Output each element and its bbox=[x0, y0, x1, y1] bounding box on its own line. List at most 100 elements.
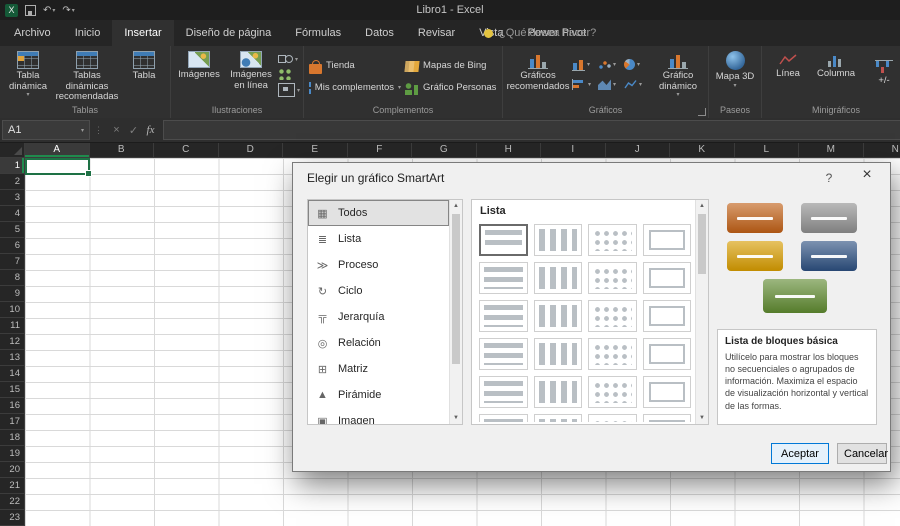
tab-archivo[interactable]: Archivo bbox=[2, 20, 63, 46]
insert-area-chart-button[interactable]: ▾ bbox=[598, 75, 623, 94]
smartart-thumbnail-7[interactable] bbox=[588, 262, 637, 294]
smartart-thumbnail-5[interactable] bbox=[479, 262, 528, 294]
excel-logo-icon[interactable]: X bbox=[5, 3, 18, 17]
formula-input[interactable] bbox=[163, 120, 900, 140]
column-header-g[interactable]: G bbox=[412, 142, 477, 157]
smartart-thumbnail-12[interactable] bbox=[642, 300, 691, 332]
category-matriz[interactable]: ⊞ Matriz bbox=[308, 356, 449, 382]
smartart-thumbnail-22[interactable] bbox=[533, 414, 582, 422]
row-header-4[interactable]: 4 bbox=[0, 206, 24, 222]
category-lista[interactable]: ≣ Lista bbox=[308, 226, 449, 252]
column-header-h[interactable]: H bbox=[477, 142, 541, 157]
column-header-c[interactable]: C bbox=[154, 142, 219, 157]
aceptar-button[interactable]: Aceptar bbox=[771, 443, 829, 464]
dialog-help-button[interactable]: ? bbox=[822, 171, 836, 185]
column-header-f[interactable]: F bbox=[348, 142, 412, 157]
smartart-thumbnail-20[interactable] bbox=[642, 376, 691, 408]
people-graph-button[interactable]: Gráfico Personas bbox=[403, 79, 499, 98]
bing-maps-button[interactable]: Mapas de Bing bbox=[403, 57, 499, 76]
screenshot-button[interactable]: ▾ bbox=[278, 83, 300, 97]
scroll-up-icon[interactable]: ▲ bbox=[696, 200, 708, 212]
pictures-button[interactable]: Imágenes bbox=[174, 49, 224, 82]
table-button[interactable]: Tabla bbox=[121, 49, 167, 83]
column-header-a[interactable]: A bbox=[25, 142, 90, 157]
row-header-15[interactable]: 15 bbox=[0, 382, 24, 398]
column-header-n[interactable]: N bbox=[864, 142, 900, 157]
tab-inicio[interactable]: Inicio bbox=[63, 20, 113, 46]
sparkline-line-button[interactable]: Línea bbox=[765, 49, 811, 81]
shapes-button[interactable]: ▾ bbox=[278, 53, 300, 65]
smartart-thumbnail-15[interactable] bbox=[588, 338, 637, 370]
smartart-thumbnail-8[interactable] bbox=[642, 262, 691, 294]
category-todos[interactable]: ▦ Todos bbox=[308, 200, 449, 226]
smartart-thumbnail-3[interactable] bbox=[588, 224, 637, 256]
category-proceso[interactable]: ≫ Proceso bbox=[308, 252, 449, 278]
row-header-19[interactable]: 19 bbox=[0, 446, 24, 462]
charts-dialog-launcher-icon[interactable] bbox=[698, 108, 707, 116]
undo-button[interactable]: ↶ ▾ bbox=[43, 5, 55, 16]
insert-scatter-chart-button[interactable]: ▾ bbox=[598, 55, 623, 74]
smartart-button[interactable] bbox=[278, 68, 300, 80]
dialog-close-button[interactable]: × bbox=[858, 166, 876, 184]
tab-insertar[interactable]: Insertar bbox=[112, 20, 174, 46]
pivot-table-button[interactable]: Tabla dinámica ▾ bbox=[3, 49, 53, 100]
row-header-7[interactable]: 7 bbox=[0, 254, 24, 270]
row-header-17[interactable]: 17 bbox=[0, 414, 24, 430]
insert-column-chart-button[interactable]: ▾ bbox=[572, 55, 597, 74]
row-header-11[interactable]: 11 bbox=[0, 318, 24, 334]
smartart-thumbnail-18[interactable] bbox=[533, 376, 582, 408]
insert-function-icon[interactable]: fx bbox=[142, 124, 159, 136]
category-relacion[interactable]: ◎ Relación bbox=[308, 330, 449, 356]
category-ciclo[interactable]: ↻ Ciclo bbox=[308, 278, 449, 304]
cancelar-button[interactable]: Cancelar bbox=[837, 443, 888, 464]
insert-line-chart-button[interactable]: ▾ bbox=[624, 75, 649, 94]
row-header-20[interactable]: 20 bbox=[0, 462, 24, 478]
column-header-l[interactable]: L bbox=[735, 142, 799, 157]
smartart-thumbnail-21[interactable] bbox=[479, 414, 528, 422]
smartart-thumbnail-24[interactable] bbox=[642, 414, 691, 422]
smartart-thumbnail-11[interactable] bbox=[588, 300, 637, 332]
category-imagen[interactable]: ▣ Imagen bbox=[308, 408, 449, 424]
store-button[interactable]: Tienda bbox=[307, 57, 403, 76]
enter-entry-icon[interactable]: ✓ bbox=[125, 124, 142, 137]
smartart-thumbnail-1[interactable] bbox=[479, 224, 528, 256]
row-header-21[interactable]: 21 bbox=[0, 478, 24, 494]
smartart-thumbnail-16[interactable] bbox=[642, 338, 691, 370]
category-piramide[interactable]: ▲ Pirámide bbox=[308, 382, 449, 408]
category-scrollbar[interactable]: ▲ ▼ bbox=[449, 200, 462, 424]
smartart-thumbnail-17[interactable] bbox=[479, 376, 528, 408]
smartart-thumbnail-2[interactable] bbox=[533, 224, 582, 256]
name-box[interactable]: A1 ▾ bbox=[2, 120, 90, 140]
smartart-thumbnail-10[interactable] bbox=[533, 300, 582, 332]
scrollbar-thumb[interactable] bbox=[698, 214, 706, 274]
row-header-1[interactable]: 1 bbox=[0, 158, 24, 174]
tab-formulas[interactable]: Fórmulas bbox=[283, 20, 353, 46]
scroll-up-icon[interactable]: ▲ bbox=[450, 200, 462, 212]
row-header-13[interactable]: 13 bbox=[0, 350, 24, 366]
row-header-3[interactable]: 3 bbox=[0, 190, 24, 206]
sparkline-column-button[interactable]: Columna bbox=[811, 49, 861, 81]
insert-pie-chart-button[interactable]: ▾ bbox=[624, 55, 649, 74]
row-header-18[interactable]: 18 bbox=[0, 430, 24, 446]
sparkline-winloss-button[interactable]: +/- bbox=[861, 49, 900, 88]
smartart-thumbnail-6[interactable] bbox=[533, 262, 582, 294]
column-header-k[interactable]: K bbox=[670, 142, 735, 157]
my-addins-button[interactable]: Mis complementos ▾ bbox=[307, 79, 403, 98]
column-header-e[interactable]: E bbox=[283, 142, 348, 157]
row-header-22[interactable]: 22 bbox=[0, 494, 24, 510]
recommended-charts-button[interactable]: Gráficos recomendados bbox=[506, 49, 570, 93]
pivotchart-button[interactable]: Gráfico dinámico ▾ bbox=[651, 49, 705, 100]
scroll-down-icon[interactable]: ▼ bbox=[696, 412, 708, 424]
smartart-thumbnail-19[interactable] bbox=[588, 376, 637, 408]
row-header-8[interactable]: 8 bbox=[0, 270, 24, 286]
row-header-2[interactable]: 2 bbox=[0, 174, 24, 190]
gallery-scrollbar[interactable]: ▲ ▼ bbox=[695, 200, 708, 424]
smartart-thumbnail-13[interactable] bbox=[479, 338, 528, 370]
scroll-down-icon[interactable]: ▼ bbox=[450, 412, 462, 424]
row-header-23[interactable]: 23 bbox=[0, 510, 24, 526]
redo-button[interactable]: ↷ ▾ bbox=[62, 5, 74, 16]
map-3d-button[interactable]: Mapa 3D ▾ bbox=[712, 49, 758, 90]
smartart-thumbnail-9[interactable] bbox=[479, 300, 528, 332]
column-header-i[interactable]: I bbox=[541, 142, 606, 157]
category-jerarquia[interactable]: ╦ Jerarquía bbox=[308, 304, 449, 330]
